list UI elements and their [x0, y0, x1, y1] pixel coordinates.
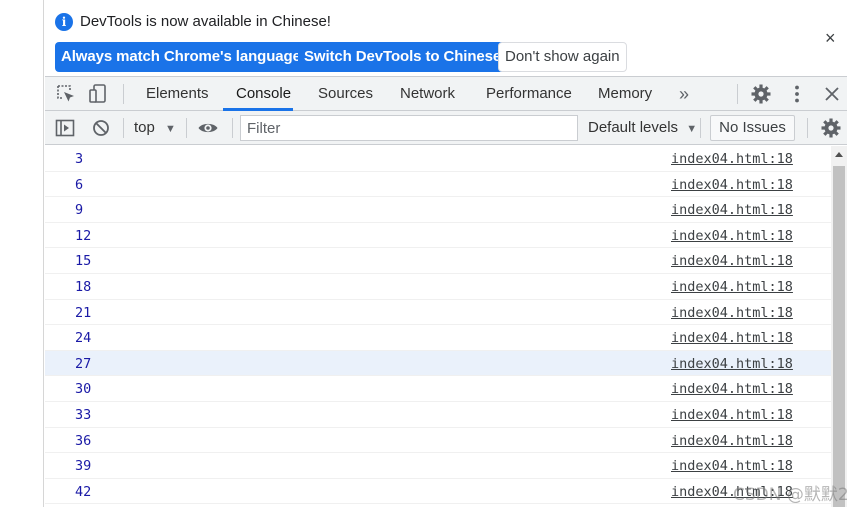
console-message-row: 6 index04.html:18: [45, 172, 831, 198]
settings-gear-icon[interactable]: [750, 83, 772, 105]
tab-network[interactable]: Network: [400, 77, 455, 111]
source-link[interactable]: index04.html:18: [671, 407, 793, 423]
devtools-panel: i DevTools is now available in Chinese! …: [45, 0, 847, 507]
console-message-row: 3 index04.html:18: [45, 146, 831, 172]
source-link[interactable]: index04.html:18: [671, 202, 793, 218]
more-tabs-chevron-icon[interactable]: »: [679, 77, 689, 111]
close-devtools-icon[interactable]: [821, 83, 843, 105]
inspect-element-icon[interactable]: [55, 83, 77, 105]
clear-console-icon[interactable]: [90, 117, 112, 139]
dont-show-again-button[interactable]: Don't show again: [498, 42, 627, 72]
source-link[interactable]: index04.html:18: [671, 151, 793, 167]
source-link[interactable]: index04.html:18: [671, 253, 793, 269]
source-link[interactable]: index04.html:18: [671, 305, 793, 321]
console-message-row: 21 index04.html:18: [45, 300, 831, 326]
console-message-value: 24: [75, 330, 92, 347]
source-link[interactable]: index04.html:18: [671, 381, 793, 397]
console-message-row: 15 index04.html:18: [45, 248, 831, 274]
console-message-value: 30: [75, 381, 92, 398]
toolbar-divider: [123, 84, 124, 104]
source-link[interactable]: index04.html:18: [671, 279, 793, 295]
console-message-value: 6: [75, 176, 84, 193]
infobar-message: DevTools is now available in Chinese!: [80, 13, 331, 30]
tab-performance[interactable]: Performance: [486, 77, 572, 111]
source-link[interactable]: index04.html:18: [671, 458, 793, 474]
scrollbar-thumb[interactable]: [833, 166, 845, 507]
language-infobar: i DevTools is now available in Chinese! …: [45, 0, 847, 77]
context-selector[interactable]: top ▼: [134, 111, 176, 145]
console-message-value: 18: [75, 278, 92, 295]
source-link[interactable]: index04.html:18: [671, 356, 793, 372]
chevron-down-icon: ▼: [686, 123, 698, 135]
context-label: top: [134, 119, 155, 136]
console-message-row: 42 index04.html:18: [45, 479, 831, 505]
scrollbar[interactable]: [831, 146, 847, 507]
console-message-row: 27 index04.html:18: [45, 350, 831, 377]
source-link[interactable]: index04.html:18: [671, 228, 793, 244]
default-levels-dropdown[interactable]: Default levels ▼: [588, 111, 697, 145]
page-left-gutter: [0, 0, 44, 507]
scroll-up-arrow-icon[interactable]: [835, 152, 843, 157]
info-icon: i: [55, 13, 73, 31]
tab-sources[interactable]: Sources: [318, 77, 373, 111]
more-options-kebab-icon[interactable]: [786, 83, 808, 105]
console-message-value: 42: [75, 483, 92, 500]
console-message-row: 33 index04.html:18: [45, 402, 831, 428]
console-message-value: 12: [75, 227, 92, 244]
console-message-value: 9: [75, 202, 84, 219]
console-message-row: 36 index04.html:18: [45, 428, 831, 454]
default-levels-label: Default levels: [588, 119, 679, 136]
toolbar-divider: [737, 84, 738, 104]
console-message-value: 39: [75, 458, 92, 475]
live-expression-eye-icon[interactable]: [197, 117, 219, 139]
main-toolbar: Elements Console Sources Network Perform…: [45, 77, 847, 111]
toolbar-divider: [700, 118, 701, 138]
console-message-row: 24 index04.html:18: [45, 325, 831, 351]
console-message-row: 18 index04.html:18: [45, 274, 831, 300]
device-toolbar-icon[interactable]: [88, 83, 110, 105]
console-message-row: 9 index04.html:18: [45, 197, 831, 223]
console-message-row: 30 index04.html:18: [45, 376, 831, 402]
chevron-down-icon: ▼: [165, 123, 176, 135]
source-link[interactable]: index04.html:18: [671, 433, 793, 449]
issues-button[interactable]: No Issues: [710, 115, 795, 141]
console-message-value: 27: [75, 355, 92, 372]
console-message-value: 3: [75, 151, 84, 167]
filter-input[interactable]: [240, 115, 578, 141]
console-message-value: 33: [75, 406, 92, 423]
watermark: CSDN @默默229: [733, 485, 847, 505]
tab-elements[interactable]: Elements: [146, 77, 209, 111]
console-toolbar: top ▼ Default levels ▼ No Issues: [45, 111, 847, 145]
console-settings-gear-icon[interactable]: [820, 117, 842, 139]
source-link[interactable]: index04.html:18: [671, 177, 793, 193]
source-link[interactable]: index04.html:18: [671, 330, 793, 346]
toolbar-divider: [186, 118, 187, 138]
console-message-row: 39 index04.html:18: [45, 453, 831, 479]
close-icon[interactable]: ×: [825, 28, 836, 48]
toolbar-divider: [232, 118, 233, 138]
tab-memory[interactable]: Memory: [598, 77, 652, 111]
tab-console[interactable]: Console: [236, 77, 291, 111]
console-log: 3 index04.html:18 6 index04.html:18 9 index04…: [45, 146, 831, 507]
always-match-language-button[interactable]: Always match Chrome's language: [55, 42, 307, 72]
switch-to-chinese-button[interactable]: Switch DevTools to Chinese: [298, 42, 508, 72]
console-message-value: 36: [75, 432, 92, 449]
console-message-value: 21: [75, 304, 92, 321]
show-sidebar-icon[interactable]: [54, 117, 76, 139]
console-message-row: 12 index04.html:18: [45, 223, 831, 249]
toolbar-divider: [807, 118, 808, 138]
console-message-value: 15: [75, 253, 92, 270]
toolbar-divider: [123, 118, 124, 138]
